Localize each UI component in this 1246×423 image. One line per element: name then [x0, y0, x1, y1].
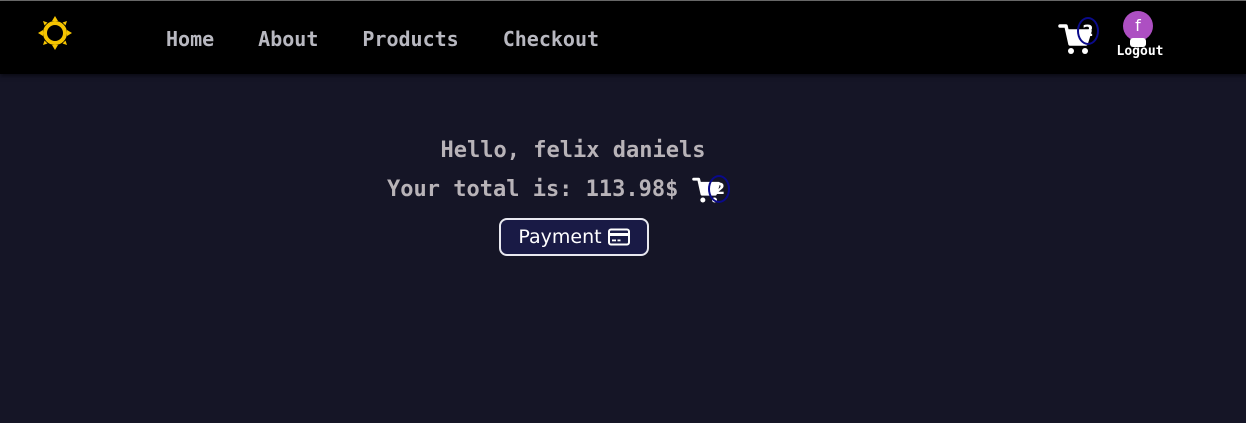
summary-cart-count: 2	[708, 175, 731, 203]
payment-button[interactable]: Payment	[499, 218, 649, 256]
total-row: Your total is: 113.98$ 2	[387, 173, 732, 205]
cart-button[interactable]: 2	[1058, 14, 1102, 58]
greeting-text: Hello, felix daniels	[440, 138, 706, 163]
nav-link-checkout[interactable]: Checkout	[503, 25, 599, 53]
logout-button[interactable]: Logout	[1114, 44, 1166, 59]
cart-count-badge: 2	[1077, 17, 1099, 45]
nav-link-about[interactable]: About	[258, 25, 318, 53]
navbar: Home About Products Checkout 2 f Logout	[0, 1, 1246, 74]
payment-label: Payment	[518, 226, 602, 248]
avatar: f	[1123, 11, 1153, 41]
nav-links: Home About Products Checkout	[166, 25, 643, 53]
nav-link-products[interactable]: Products	[362, 25, 458, 53]
total-text: Your total is: 113.98$	[387, 176, 679, 202]
summary-cart: 2	[692, 173, 732, 205]
user-menu[interactable]: f Logout	[1114, 11, 1166, 63]
checkout-main: Hello, felix daniels Your total is: 113.…	[0, 74, 1246, 423]
credit-card-icon	[607, 228, 630, 246]
sun-icon	[38, 16, 72, 50]
nav-link-home[interactable]: Home	[166, 25, 214, 53]
theme-toggle-button[interactable]	[36, 14, 74, 52]
